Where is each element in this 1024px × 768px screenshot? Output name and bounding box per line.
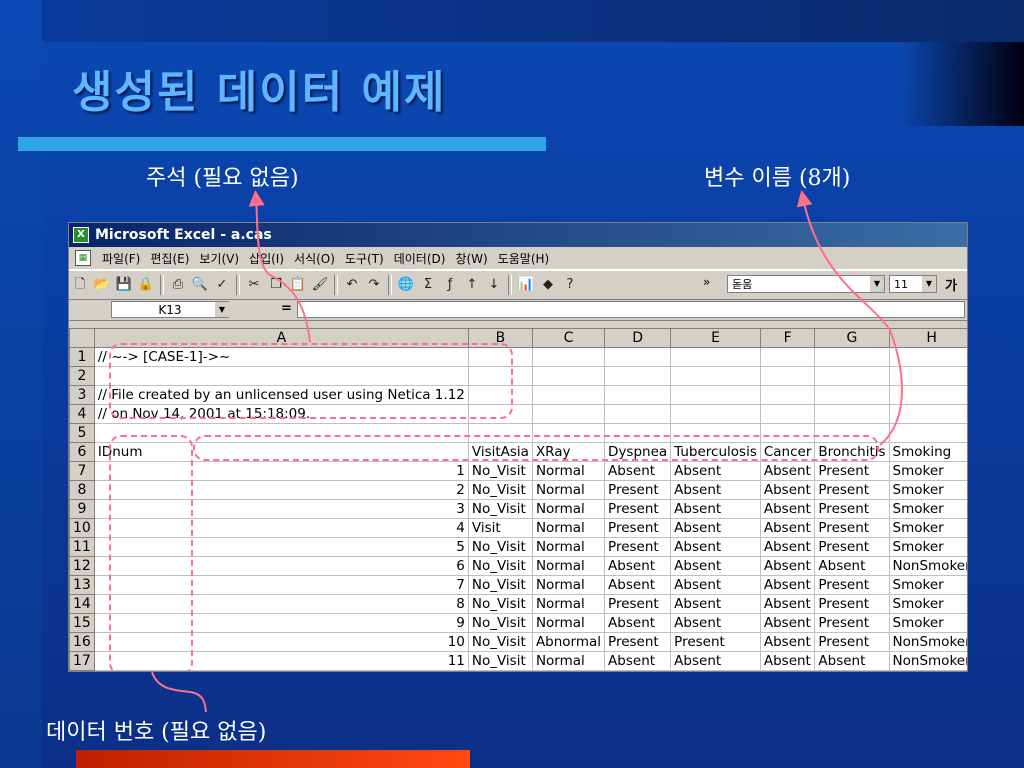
arrow-idnum [151, 671, 207, 713]
arrow-variable-names [796, 190, 903, 446]
callout-arrows [151, 190, 903, 713]
slide-background: 생성된 데이터 예제 주석 (필요 없음) 변수 이름 (8개) 데이터 번호 … [0, 0, 1024, 768]
arrow-comment [248, 190, 311, 343]
bottom-accent-bar [76, 750, 470, 768]
